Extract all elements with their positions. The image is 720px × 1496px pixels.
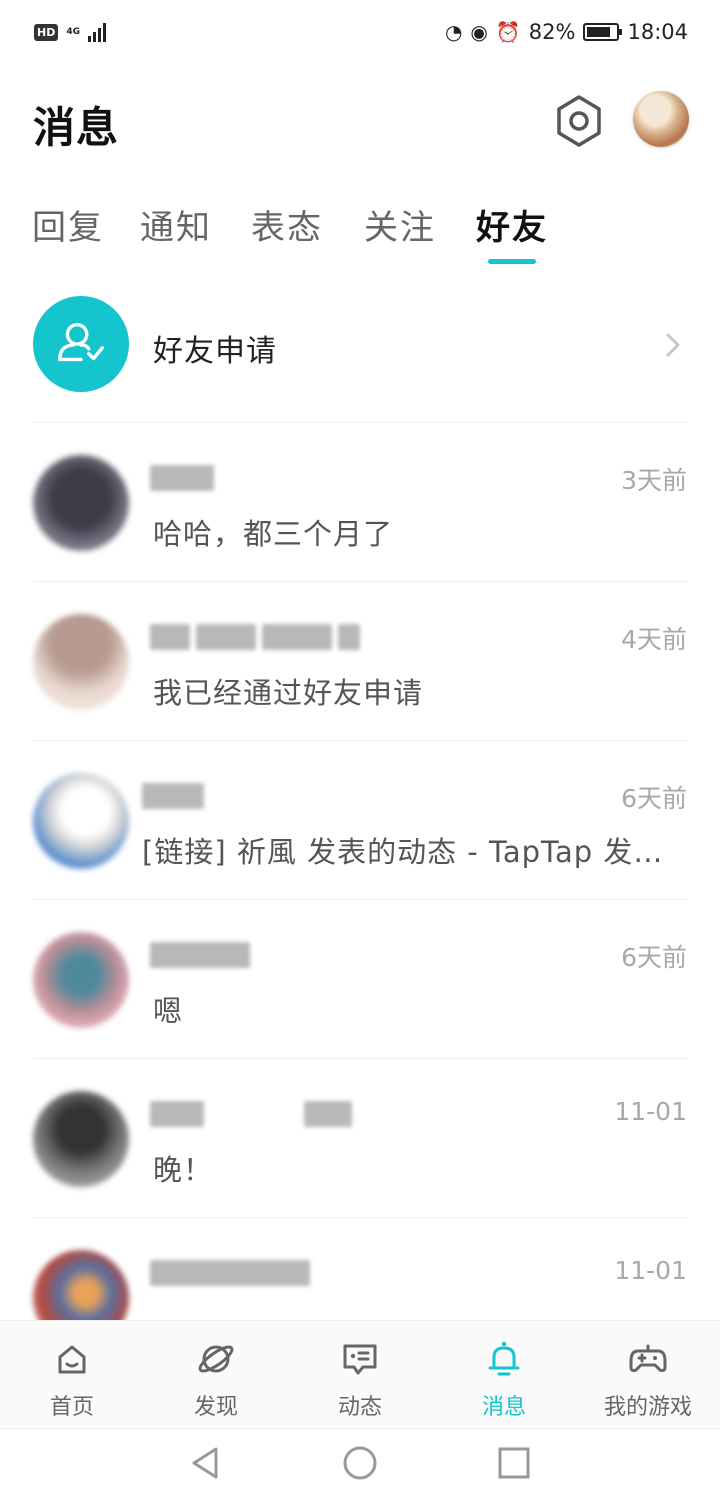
alarm-icon: ⏰ [495, 20, 521, 44]
conversation-preview: 嗯 [153, 994, 184, 1028]
tab-reply[interactable]: 回复 [32, 200, 104, 249]
status-bar: HD 4G ◔ ◉ ⏰ 82% 18:04 [0, 0, 720, 64]
tab-friends[interactable]: 好友 [476, 200, 548, 249]
feed-icon [343, 1344, 377, 1375]
conversation-name [150, 1101, 352, 1131]
nav-label: 动态 [337, 1395, 382, 1420]
battery-percent: 82% [528, 20, 576, 44]
hd-badge: HD [34, 23, 59, 41]
settings-button[interactable] [555, 94, 603, 148]
data-saver-icon: ◔ [444, 20, 463, 44]
conversation-time: 11-01 [614, 1256, 687, 1285]
nav-my-games[interactable]: 我的游戏 [576, 1321, 720, 1428]
conversation-name [142, 783, 204, 813]
chevron-right-icon [666, 333, 680, 357]
conversation-preview: 晚！ [153, 1153, 214, 1187]
friend-request-label: 好友申请 [153, 334, 277, 369]
nav-label: 消息 [481, 1395, 526, 1420]
conversation-time: 6天前 [621, 784, 687, 813]
tab-reaction[interactable]: 表态 [251, 200, 323, 249]
nav-label: 首页 [49, 1395, 94, 1420]
friend-request-icon [33, 296, 129, 392]
nav-feed[interactable]: 动态 [288, 1321, 432, 1428]
bell-icon [488, 1341, 520, 1376]
conversation-time: 4天前 [621, 625, 687, 654]
nav-label: 我的游戏 [603, 1395, 692, 1420]
network-type: 4G [66, 26, 80, 37]
tab-indicator [488, 259, 536, 264]
clock: 18:04 [627, 20, 688, 44]
planet-icon [198, 1345, 234, 1373]
system-navigation [0, 1428, 720, 1496]
status-left: HD 4G [34, 22, 106, 42]
gamepad-icon [629, 1344, 667, 1373]
message-tabs: 回复 通知 表态 关注 好友 [0, 192, 720, 272]
conversation-item[interactable]: 4天前 我已经通过好友申请 [0, 582, 720, 741]
conversation-preview: [链接] 祈風 发表的动态 - TapTap 发现好游戏 [142, 835, 688, 869]
status-right: ◔ ◉ ⏰ 82% 18:04 [445, 20, 688, 44]
avatar [33, 455, 129, 551]
back-icon[interactable] [188, 1445, 224, 1481]
nav-home[interactable]: 首页 [0, 1321, 144, 1428]
page-title: 消息 [33, 103, 120, 152]
nav-messages[interactable]: 消息 [432, 1321, 576, 1428]
nav-discover[interactable]: 发现 [144, 1321, 288, 1428]
avatar [33, 773, 129, 869]
nav-label: 发现 [193, 1395, 238, 1420]
conversation-item[interactable]: 6天前 [链接] 祈風 发表的动态 - TapTap 发现好游戏 [0, 741, 720, 900]
user-avatar[interactable] [633, 91, 689, 147]
signal-icon [88, 22, 106, 42]
bottom-navigation: 首页 发现 动态 消息 我的游戏 [0, 1320, 720, 1428]
home-icon [58, 1345, 86, 1374]
conversation-name [150, 1260, 310, 1290]
conversation-preview: 哈哈，都三个月了 [153, 517, 394, 551]
conversation-item[interactable]: 6天前 嗯 [0, 900, 720, 1059]
page-header: 消息 [0, 80, 720, 164]
conversation-name [150, 942, 250, 972]
conversation-preview: 我已经通过好友申请 [153, 676, 424, 710]
conversation-time: 6天前 [621, 943, 687, 972]
conversation-item[interactable]: 11-01 晚！ [0, 1059, 720, 1218]
conversation-name [150, 465, 214, 495]
avatar [33, 1091, 129, 1187]
avatar [33, 932, 129, 1028]
eye-icon: ◉ [470, 20, 488, 44]
home-circle-icon[interactable] [342, 1445, 378, 1481]
battery-icon [583, 23, 623, 41]
avatar [33, 614, 129, 710]
tab-notification[interactable]: 通知 [140, 200, 212, 249]
recents-icon[interactable] [496, 1445, 532, 1481]
friend-request-row[interactable]: 好友申请 [0, 280, 720, 422]
conversation-time: 11-01 [614, 1097, 687, 1126]
conversation-item[interactable]: 3天前 哈哈，都三个月了 [0, 423, 720, 582]
conversation-name [150, 624, 360, 654]
conversation-time: 3天前 [621, 466, 687, 495]
tab-follow[interactable]: 关注 [364, 200, 436, 249]
settings-icon [557, 95, 601, 147]
